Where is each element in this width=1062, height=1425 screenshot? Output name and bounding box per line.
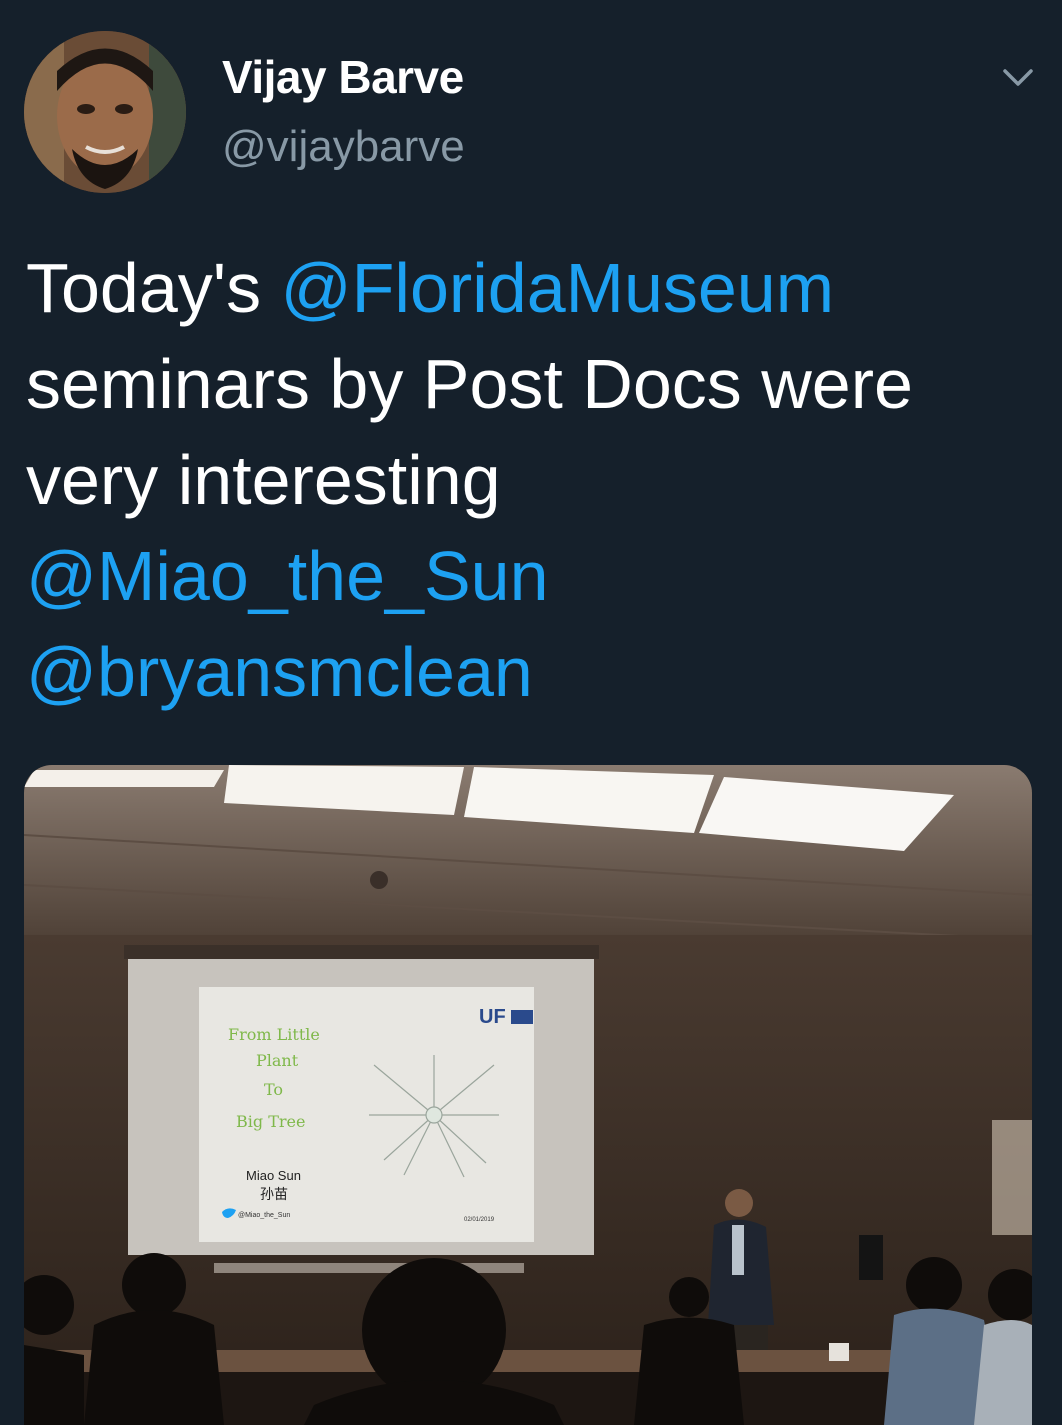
tweet-text-part: Today's — [26, 249, 281, 327]
tweet-photo[interactable]: From Little Plant To Big Tree UF Miao Su… — [24, 765, 1032, 1425]
slide-presenter: Miao Sun — [246, 1168, 301, 1183]
slide-twitter-handle: @Miao_the_Sun — [238, 1212, 290, 1219]
mention-bryansmclean[interactable]: @bryansmclean — [26, 633, 533, 711]
tweet-text-part: seminars by Post Docs were very interest… — [26, 345, 913, 519]
slide-title-line-1: From Little — [228, 1025, 320, 1044]
mention-floridamuseum[interactable]: @FloridaMuseum — [281, 249, 834, 327]
seminar-photo: From Little Plant To Big Tree UF Miao Su… — [24, 765, 1032, 1425]
user-handle[interactable]: @vijaybarve — [222, 122, 465, 172]
slide-title-line-2: Plant — [256, 1051, 299, 1070]
slide-title-line-4: Big Tree — [236, 1112, 305, 1131]
avatar[interactable] — [24, 31, 186, 193]
slide-presenter-native: 孙苗 — [260, 1186, 288, 1202]
chevron-down-icon[interactable] — [992, 58, 1044, 98]
slide-title-line-3: To — [264, 1080, 283, 1099]
uf-logo: UF — [479, 1006, 506, 1028]
mention-miao-the-sun[interactable]: @Miao_the_Sun — [26, 537, 549, 615]
avatar-image — [24, 31, 186, 193]
tweet-text: Today's @FloridaMuseum seminars by Post … — [26, 240, 1036, 720]
slide-date: 02/01/2019 — [464, 1217, 495, 1223]
tweet-header: Vijay Barve @vijaybarve — [0, 0, 1062, 220]
display-name[interactable]: Vijay Barve — [222, 50, 464, 104]
